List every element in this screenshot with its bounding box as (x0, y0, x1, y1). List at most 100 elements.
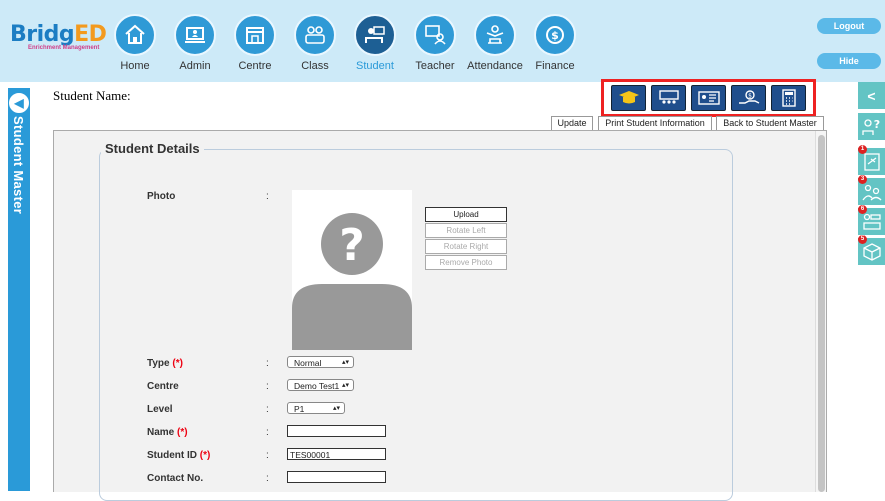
teacher-icon (414, 14, 456, 56)
nav-teacher[interactable]: Teacher (405, 14, 465, 72)
name-input[interactable] (287, 425, 386, 437)
package-icon (862, 242, 881, 261)
rotate-left-button[interactable]: Rotate Left (425, 223, 507, 238)
notification-badge: 1 (858, 145, 867, 154)
student-id-required-mark: (*) (199, 450, 211, 461)
classroom-icon[interactable] (651, 85, 686, 111)
leave-notification-button[interactable]: 1 (858, 145, 885, 175)
level-select[interactable]: P1 ▴▾ (287, 402, 345, 414)
help-student-button[interactable]: ? (858, 113, 885, 140)
side-tab-label: Student Master (11, 116, 26, 215)
chevron-left-icon: < (867, 87, 876, 104)
student-name-label: Student Name: (53, 88, 131, 103)
name-label: Name (*) (147, 427, 188, 438)
scrollbar-thumb[interactable] (818, 135, 825, 492)
print-student-information-button[interactable]: Print Student Information (598, 116, 712, 131)
name-label-text: Name (147, 427, 175, 438)
home-icon (114, 14, 156, 56)
notification-badge: 3 (858, 175, 867, 184)
upload-photo-button[interactable]: Upload (425, 207, 507, 222)
collapse-right-sidebar-button[interactable]: < (858, 82, 885, 109)
svg-text:?: ? (339, 220, 365, 271)
main-nav: Home Admin Centre Class Student Teacher … (105, 14, 585, 72)
finance-icon: $ (534, 14, 576, 56)
notification-badge: 5 (858, 235, 867, 244)
payment-icon[interactable]: $ (731, 85, 766, 111)
type-required-mark: (*) (172, 358, 183, 369)
nav-student[interactable]: Student (345, 14, 405, 72)
level-label: Level (147, 404, 173, 415)
calculator-icon[interactable] (771, 85, 806, 111)
nav-home-label: Home (120, 60, 150, 72)
update-button[interactable]: Update (551, 116, 593, 131)
student-id-label-text: Student ID (147, 450, 197, 461)
select-arrows-icon: ▴▾ (341, 359, 349, 366)
id-card-icon[interactable] (691, 85, 726, 111)
svg-text:$: $ (748, 93, 752, 100)
centre-icon (234, 14, 276, 56)
logout-button[interactable]: Logout (817, 18, 881, 34)
name-colon: : (266, 427, 269, 438)
remove-photo-button[interactable]: Remove Photo (425, 255, 507, 270)
graduation-icon[interactable] (611, 85, 646, 111)
contact-no-input[interactable] (287, 471, 386, 483)
rotate-right-button[interactable]: Rotate Right (425, 239, 507, 254)
vertical-scrollbar[interactable] (815, 131, 826, 492)
svg-text:?: ? (873, 118, 879, 131)
class-notification-button[interactable]: 6 (858, 205, 885, 235)
back-to-student-master-button[interactable]: Back to Student Master (716, 116, 824, 131)
level-colon: : (266, 404, 269, 415)
person-question-icon: ? (861, 118, 880, 135)
nav-attendance-label: Attendance (467, 60, 523, 72)
flight-leave-icon (863, 152, 880, 171)
attendance-icon (474, 14, 516, 56)
centre-select[interactable]: Demo Test1 ▴▾ (287, 379, 354, 391)
group-notification-button[interactable]: 3 (858, 175, 885, 205)
section-title: Student Details (101, 141, 204, 156)
select-arrows-icon: ▴▾ (341, 382, 349, 389)
brand-name-part2: ED (74, 22, 107, 47)
brand-tagline: Enrichment Management (28, 45, 100, 51)
nav-admin-label: Admin (179, 60, 211, 72)
centre-select-value: Demo Test1 (294, 381, 340, 391)
name-required-mark: (*) (177, 427, 188, 438)
select-arrows-icon: ▴▾ (332, 405, 340, 412)
hide-button[interactable]: Hide (817, 53, 881, 69)
nav-finance[interactable]: $ Finance (525, 14, 585, 72)
nav-class-label: Class (301, 60, 329, 72)
centre-colon: : (266, 381, 269, 392)
nav-attendance[interactable]: Attendance (465, 14, 525, 72)
admin-icon (174, 14, 216, 56)
nav-student-label: Student (356, 60, 394, 72)
nav-admin[interactable]: Admin (165, 14, 225, 72)
student-master-side-tab[interactable]: ◀ Student Master (8, 88, 30, 491)
svg-text:$: $ (551, 29, 559, 42)
top-bar: BridgED Enrichment Management Home Admin… (0, 0, 885, 82)
photo-placeholder-image: ? (292, 190, 412, 350)
level-select-value: P1 (294, 404, 305, 414)
contact-no-colon: : (266, 473, 269, 484)
class-icon (294, 14, 336, 56)
nav-teacher-label: Teacher (415, 60, 455, 72)
photo-colon: : (266, 191, 269, 202)
class-list-icon (862, 213, 881, 230)
type-label-text: Type (147, 358, 170, 369)
type-select[interactable]: Normal ▴▾ (287, 356, 354, 368)
student-id-input[interactable]: TES00001 (287, 448, 386, 460)
right-sidebar: < ? 1 3 6 5 (858, 82, 885, 491)
nav-centre-label: Centre (238, 60, 272, 72)
package-notification-button[interactable]: 5 (858, 235, 885, 265)
photo-label: Photo (147, 191, 176, 202)
nav-centre[interactable]: Centre (225, 14, 285, 72)
collapse-left-icon[interactable]: ◀ (8, 92, 30, 114)
type-colon: : (266, 358, 269, 369)
contact-no-label: Contact No. (147, 473, 204, 484)
type-label: Type (*) (147, 358, 183, 369)
student-details-fieldset (99, 149, 733, 501)
nav-home[interactable]: Home (105, 14, 165, 72)
brand-logo[interactable]: BridgED Enrichment Management (10, 22, 107, 51)
nav-class[interactable]: Class (285, 14, 345, 72)
brand-name-part1: Bridg (10, 22, 75, 47)
student-icon (354, 14, 396, 56)
student-details-panel: Student Details Photo : ? Upload Rotate … (53, 130, 827, 501)
